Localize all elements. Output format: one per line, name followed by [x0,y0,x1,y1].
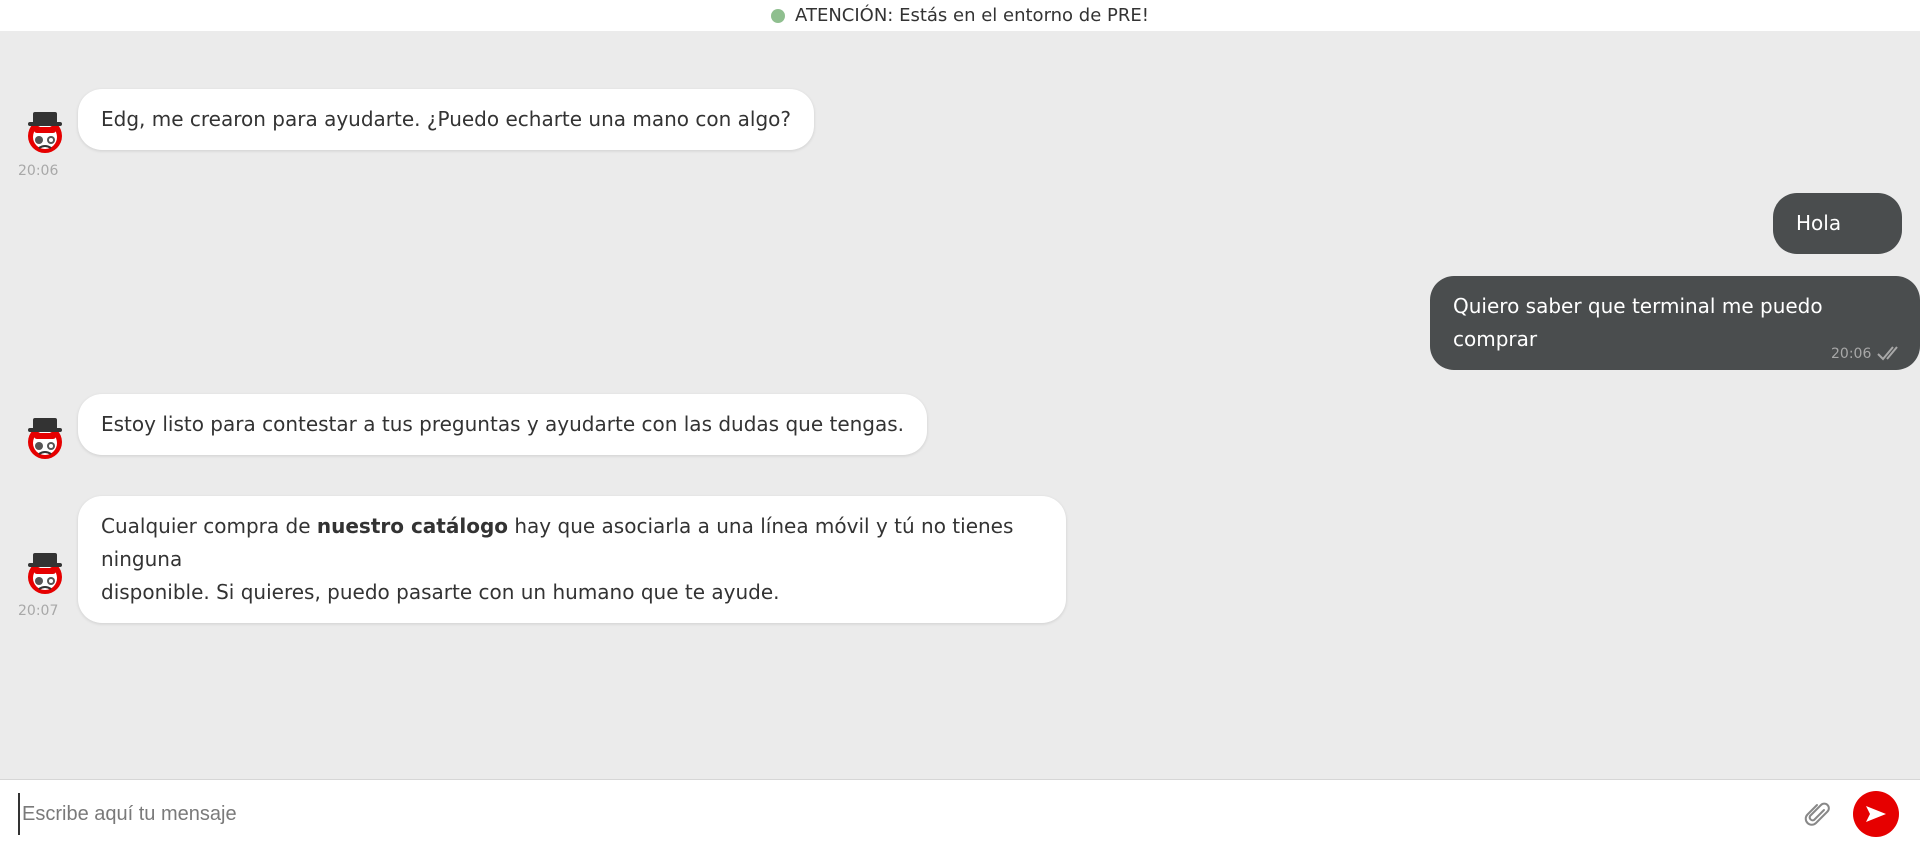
send-icon [1866,806,1886,822]
message-timestamp: 20:06 [18,163,59,179]
catalog-link-text: nuestro catálogo [316,514,509,538]
bot-avatar-icon [28,112,62,153]
bot-avatar-icon [28,418,62,459]
status-dot-icon [771,8,786,23]
bot-message-text: disponible. Si quieres, puedo pasarte co… [101,580,780,604]
bot-avatar-icon [28,553,62,594]
user-message: Hola [1773,193,1902,254]
environment-banner-text: ATENCIÓN: Estás en el entorno de PRE! [795,5,1149,26]
environment-banner: ATENCIÓN: Estás en el entorno de PRE! [0,0,1920,31]
chat-transcript[interactable]: Edg, me crearon para ayudarte. ¿Puedo ec… [0,31,1920,779]
send-button[interactable] [1853,791,1899,837]
message-timestamp: 20:06 [1831,346,1872,362]
bot-message: Estoy listo para contestar a tus pregunt… [78,394,928,455]
read-receipt-icon [1877,346,1898,361]
message-timestamp: 20:07 [18,603,59,619]
message-input[interactable] [18,793,1784,835]
message-composer [0,779,1920,846]
bot-message-text: Cualquier compra de [101,514,317,538]
bot-message: Cualquier compra de nuestro catálogo hay… [78,496,1066,623]
bot-message-text: Edg, me crearon para ayudarte. ¿Puedo ec… [101,107,792,131]
user-message-text: Quiero saber que terminal me puedo compr… [1453,294,1823,351]
user-message-text: Hola [1796,211,1842,235]
paperclip-icon[interactable] [1804,801,1832,829]
bot-message-text: Estoy listo para contestar a tus pregunt… [101,412,905,436]
bot-message: Edg, me crearon para ayudarte. ¿Puedo ec… [78,89,815,150]
